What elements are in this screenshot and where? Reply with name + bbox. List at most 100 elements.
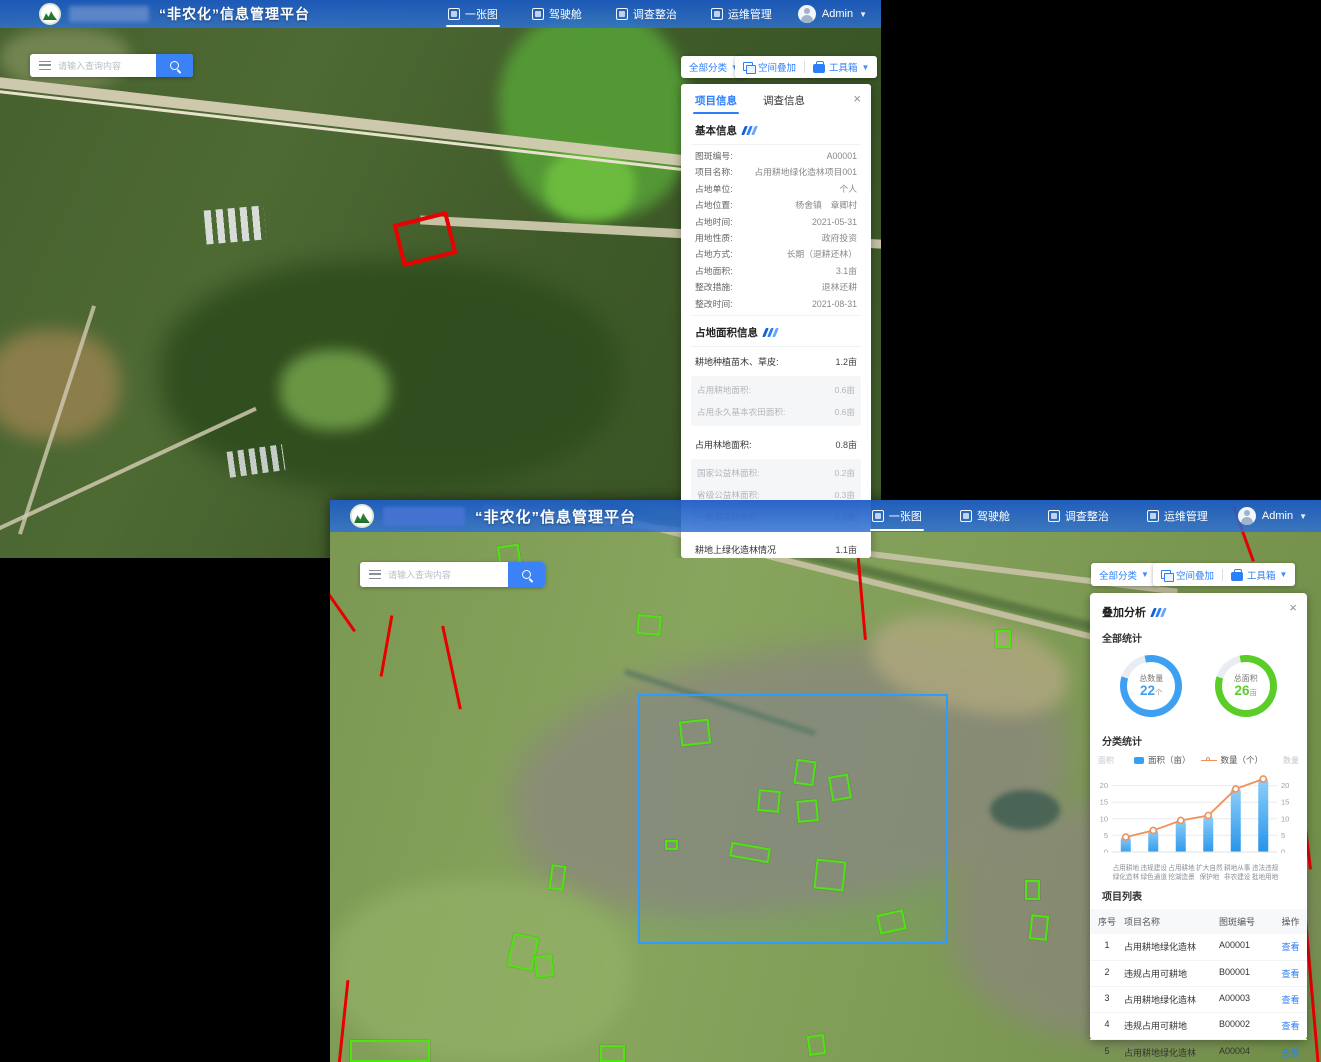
view-link[interactable]: 查看 xyxy=(1274,940,1307,953)
info-field-row: 图斑编号:A00001 xyxy=(695,149,857,165)
parcel-outline-green[interactable] xyxy=(796,799,819,823)
view-link[interactable]: 查看 xyxy=(1274,1046,1307,1059)
ops-icon xyxy=(1147,510,1159,522)
nav-item-一张图[interactable]: 一张图 xyxy=(864,500,930,532)
parcel-outline-green[interactable] xyxy=(534,954,554,978)
toolbox-dropdown[interactable]: 工具箱▼ xyxy=(1223,568,1295,582)
category-dropdown[interactable]: 全部分类▼ xyxy=(1091,563,1157,586)
parcel-outline-red xyxy=(330,553,356,633)
app-header: “非农化”信息管理平台 一张图驾驶舱调查整治运维管理 Admin ▼ xyxy=(0,0,881,28)
parcel-outline-red xyxy=(441,626,462,710)
project-row: 3占用耕地绿化造林A00003查看 xyxy=(1090,987,1307,1013)
parcel-outline-green[interactable] xyxy=(350,1040,430,1062)
nav-item-驾驶舱[interactable]: 驾驶舱 xyxy=(524,0,590,28)
search-input[interactable] xyxy=(388,570,508,580)
svg-text:20: 20 xyxy=(1281,781,1289,790)
search-button[interactable] xyxy=(508,562,545,587)
tab-project-info[interactable]: 项目信息 xyxy=(695,93,737,114)
count-marker xyxy=(1260,776,1266,782)
classify-stats-title: 分类统计 xyxy=(1090,727,1307,750)
parcel-outline-green[interactable] xyxy=(828,773,852,801)
section-slashes-icon xyxy=(743,126,756,135)
parcel-outline-green[interactable] xyxy=(793,759,816,787)
redacted-city-name xyxy=(383,507,465,526)
username: Admin xyxy=(1262,510,1293,522)
col-header: 图斑编号 xyxy=(1219,915,1274,928)
survey-icon xyxy=(1048,510,1060,522)
app-header: “非农化”信息管理平台 一张图驾驶舱调查整治运维管理 Admin ▼ xyxy=(330,500,1321,532)
nav-item-调查整治[interactable]: 调查整治 xyxy=(1040,500,1117,532)
nav-item-一张图[interactable]: 一张图 xyxy=(440,0,506,28)
view-link[interactable]: 查看 xyxy=(1274,967,1307,980)
parcel-outline-green[interactable] xyxy=(636,614,662,636)
spatial-overlay-button[interactable]: 空间叠加 xyxy=(1153,568,1222,582)
bar-legend-swatch xyxy=(1134,757,1144,764)
map-search xyxy=(30,54,193,77)
info-field-row: 整改措施:退林还耕 xyxy=(695,280,857,296)
list-icon[interactable] xyxy=(369,570,381,579)
app-title: “非农化”信息管理平台 xyxy=(159,4,310,24)
close-icon[interactable]: × xyxy=(853,92,861,105)
parcel-outline-green[interactable] xyxy=(995,630,1011,648)
search-button[interactable] xyxy=(156,54,193,77)
x-tick-label: 违规建设绿色通道 xyxy=(1140,865,1168,882)
count-marker xyxy=(1205,812,1211,818)
nav-item-运维管理[interactable]: 运维管理 xyxy=(703,0,780,28)
count-line xyxy=(1126,779,1264,837)
view-link[interactable]: 查看 xyxy=(1274,993,1307,1006)
count-marker xyxy=(1178,817,1184,823)
toolbox-icon xyxy=(1231,572,1243,581)
info-field-row: 占地单位:个人 xyxy=(695,182,857,198)
user-menu[interactable]: Admin ▼ xyxy=(798,5,867,23)
avatar xyxy=(1238,507,1256,525)
spatial-overlay-button[interactable]: 空间叠加 xyxy=(735,60,804,74)
parcel-outline-green[interactable] xyxy=(665,840,678,850)
close-icon[interactable]: × xyxy=(1289,601,1297,614)
chevron-down-icon: ▼ xyxy=(1141,570,1149,579)
info-field-row: 整改时间:2021-08-31 xyxy=(695,297,857,313)
app-title: “非农化”信息管理平台 xyxy=(475,506,636,527)
dashboard-icon xyxy=(532,8,544,20)
violation-parcel-outline-red[interactable] xyxy=(393,211,458,267)
view-link[interactable]: 查看 xyxy=(1274,1019,1307,1032)
project-row: 1占用耕地绿化造林A00001查看 xyxy=(1090,934,1307,960)
parcel-outline-green[interactable] xyxy=(814,859,847,892)
parcel-outline-green[interactable] xyxy=(600,1045,625,1062)
parcel-outline-green[interactable] xyxy=(807,1034,827,1056)
parcel-outline-green[interactable] xyxy=(1029,914,1050,941)
toolbox-icon xyxy=(813,64,825,73)
project-row: 4违规占用可耕地B00002查看 xyxy=(1090,1013,1307,1039)
info-field-row: 占地位置:杨舍镇 章卿村 xyxy=(695,198,857,214)
chevron-down-icon: ▼ xyxy=(862,63,870,72)
parcel-outline-green[interactable] xyxy=(1025,880,1040,900)
nav-item-驾驶舱[interactable]: 驾驶舱 xyxy=(952,500,1018,532)
nav-item-运维管理[interactable]: 运维管理 xyxy=(1139,500,1216,532)
area-subgroup: 占用耕地面积:0.6亩占用永久基本农田面积:0.6亩 xyxy=(691,376,861,426)
platform-logo-icon xyxy=(350,504,374,528)
project-list-header: 序号项目名称图斑编号操作 xyxy=(1090,909,1307,934)
user-menu[interactable]: Admin ▼ xyxy=(1238,507,1307,525)
search-icon xyxy=(170,61,179,70)
parcel-outline-green[interactable] xyxy=(757,789,781,813)
toolbox-dropdown[interactable]: 工具箱▼ xyxy=(805,60,877,74)
search-icon xyxy=(522,570,531,579)
tools-bar: 空间叠加 工具箱▼ xyxy=(735,56,877,78)
map-pond xyxy=(990,790,1060,830)
project-list-title: 项目列表 xyxy=(1090,882,1307,905)
svg-text:5: 5 xyxy=(1104,831,1108,840)
tab-survey-info[interactable]: 调查信息 xyxy=(763,93,805,114)
col-header: 序号 xyxy=(1090,915,1124,928)
list-icon[interactable] xyxy=(39,61,51,70)
area-main-row: 耕地种植苗木、草皮:1.2亩 xyxy=(691,349,861,374)
section-slashes-icon xyxy=(1152,608,1165,617)
parcel-outline-green[interactable] xyxy=(679,719,711,747)
ops-icon xyxy=(711,8,723,20)
bar-line-chart-svg: 0055101015152020 xyxy=(1094,768,1303,864)
nav-item-调查整治[interactable]: 调查整治 xyxy=(608,0,685,28)
legend-area: 面积（亩） xyxy=(1134,754,1191,766)
search-input[interactable] xyxy=(58,61,156,71)
svg-text:20: 20 xyxy=(1100,781,1108,790)
info-field-row: 用地性质:政府投资 xyxy=(695,231,857,247)
window-project-info: “非农化”信息管理平台 一张图驾驶舱调查整治运维管理 Admin ▼ 全部分类▼… xyxy=(0,0,881,558)
legend-count: 数量（个） xyxy=(1201,754,1264,766)
